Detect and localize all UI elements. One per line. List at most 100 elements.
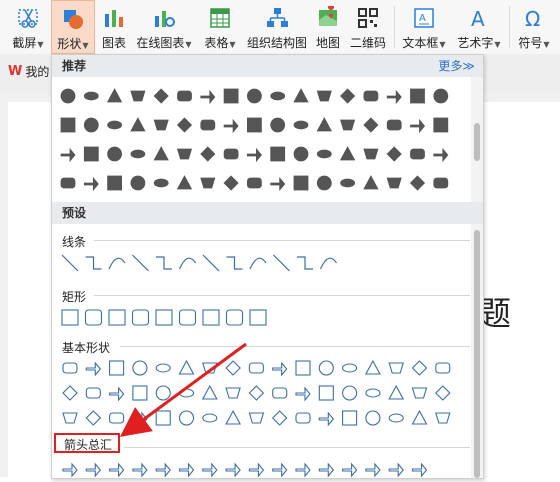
line-shape-thumbnail bbox=[249, 257, 267, 270]
ribbon-toolbar: 截屏▼ 形状▼ 图表 在线图表▼ 表格▼ 组织结构图 地图 二维码 A 文本框▼… bbox=[0, 0, 560, 55]
category-label-arrows: 箭头总汇 bbox=[64, 438, 113, 452]
caret-down-icon: ▼ bbox=[543, 40, 550, 49]
map-icon bbox=[315, 5, 341, 31]
shape-thumbnail bbox=[435, 412, 451, 424]
recommended-label: 推荐 bbox=[62, 59, 87, 73]
recommended-scrollbar[interactable] bbox=[471, 77, 483, 202]
shape-thumbnail bbox=[386, 119, 402, 131]
shapes-dropdown-panel: 推荐 更多≫ 预设 线条 矩形 基本形状 bbox=[51, 54, 484, 479]
arrow-shapes-row[interactable] bbox=[52, 457, 471, 479]
wordart-label: 艺术字 bbox=[457, 36, 494, 50]
shape-thumbnail bbox=[178, 359, 195, 375]
shape-thumbnail bbox=[270, 91, 286, 101]
shape-thumbnail bbox=[293, 146, 309, 162]
caret-down-icon: ▼ bbox=[82, 41, 89, 50]
caret-down-icon: ▼ bbox=[185, 40, 192, 49]
lines-shapes-row[interactable] bbox=[52, 251, 471, 277]
shape-thumbnail bbox=[318, 360, 334, 376]
symbol-button[interactable]: Ω 符号▼ bbox=[514, 0, 554, 54]
category-label-lines: 线条 bbox=[62, 235, 87, 249]
shape-thumbnail bbox=[83, 146, 99, 162]
category-divider bbox=[94, 295, 470, 296]
shapes-label: 形状 bbox=[57, 37, 82, 51]
online-chart-icon bbox=[151, 5, 177, 31]
preset-scroll-thumb[interactable] bbox=[474, 230, 480, 478]
shape-thumbnail bbox=[295, 360, 311, 376]
online-chart-label: 在线图表 bbox=[136, 36, 185, 50]
shape-thumbnail bbox=[60, 88, 76, 104]
qrcode-label: 二维码 bbox=[349, 36, 386, 50]
rectangle-shape-thumbnail bbox=[84, 309, 103, 326]
line-shape-thumbnail bbox=[108, 257, 126, 270]
preset-label: 预设 bbox=[62, 206, 87, 220]
shape-thumbnail bbox=[411, 387, 428, 399]
shape-thumbnail bbox=[200, 119, 216, 131]
bar-chart-icon bbox=[101, 5, 127, 31]
shape-thumbnail bbox=[85, 410, 102, 426]
line-shape-thumbnail bbox=[85, 256, 102, 270]
shape-thumbnail bbox=[62, 362, 78, 374]
shape-thumbnail bbox=[223, 175, 239, 191]
qrcode-button[interactable]: 二维码 bbox=[348, 0, 388, 54]
shape-thumbnail bbox=[155, 462, 171, 478]
line-shape-thumbnail bbox=[61, 254, 79, 272]
screenshot-label: 截屏 bbox=[12, 36, 37, 50]
online-chart-button[interactable]: 在线图表▼ bbox=[134, 0, 194, 54]
shape-thumbnail bbox=[223, 148, 239, 160]
toolbar-separator bbox=[394, 6, 395, 48]
document-tab[interactable]: W 我的 bbox=[8, 63, 49, 80]
shapes-button[interactable]: 形状▼ bbox=[51, 0, 95, 54]
org-chart-button[interactable]: 组织结构图 bbox=[245, 0, 309, 54]
basic-shapes-grid[interactable] bbox=[52, 356, 471, 432]
shape-thumbnail bbox=[388, 384, 405, 400]
rectangle-shape-thumbnail bbox=[202, 309, 220, 326]
shape-thumbnail bbox=[223, 118, 239, 134]
shape-thumbnail bbox=[225, 387, 241, 399]
arrows-category-highlight: 箭头总汇 bbox=[54, 433, 120, 453]
shape-thumbnail bbox=[295, 462, 311, 478]
line-shape-thumbnail bbox=[178, 257, 196, 270]
shape-thumbnail bbox=[106, 88, 123, 103]
recommended-shapes-grid[interactable] bbox=[52, 82, 471, 200]
qrcode-icon bbox=[355, 5, 381, 31]
preset-section-header: 预设 bbox=[52, 202, 483, 224]
shape-thumbnail bbox=[155, 385, 171, 401]
svg-text:A: A bbox=[419, 13, 426, 24]
shape-thumbnail bbox=[202, 462, 218, 478]
preset-scrollbar[interactable] bbox=[471, 224, 483, 478]
shape-thumbnail bbox=[293, 88, 309, 103]
omega-icon: Ω bbox=[521, 5, 547, 31]
screenshot-button[interactable]: 截屏▼ bbox=[8, 0, 48, 54]
shape-thumbnail bbox=[386, 146, 402, 162]
shape-thumbnail bbox=[83, 91, 99, 101]
shape-thumbnail bbox=[200, 146, 216, 162]
shape-thumbnail bbox=[246, 177, 262, 189]
more-link[interactable]: 更多≫ bbox=[438, 55, 475, 77]
shape-thumbnail bbox=[85, 462, 102, 478]
shape-thumbnail bbox=[433, 117, 449, 133]
line-shape-thumbnail bbox=[202, 254, 220, 272]
recommended-scroll-thumb[interactable] bbox=[474, 123, 480, 161]
shape-thumbnail bbox=[153, 88, 169, 104]
shape-thumbnail bbox=[109, 360, 125, 376]
shape-thumbnail bbox=[363, 175, 379, 190]
wordart-button[interactable]: A 艺术字▼ bbox=[453, 0, 505, 54]
chart-button[interactable]: 图表 bbox=[98, 0, 130, 54]
symbol-label: 符号 bbox=[518, 36, 543, 50]
svg-text:Ω: Ω bbox=[525, 7, 540, 30]
shape-thumbnail bbox=[60, 177, 76, 189]
rectangle-shapes-row[interactable] bbox=[52, 305, 471, 331]
shape-thumbnail bbox=[200, 89, 216, 105]
svg-text:A: A bbox=[471, 7, 485, 30]
table-button[interactable]: 表格▼ bbox=[200, 0, 240, 54]
shape-thumbnail bbox=[132, 360, 148, 376]
shape-thumbnail bbox=[223, 88, 239, 104]
shape-thumbnail bbox=[340, 119, 356, 131]
map-button[interactable]: 地图 bbox=[312, 0, 344, 54]
category-divider bbox=[120, 346, 470, 347]
shape-thumbnail bbox=[365, 388, 381, 398]
rectangle-shape-thumbnail bbox=[155, 309, 173, 326]
textbox-button[interactable]: A 文本框▼ bbox=[398, 0, 450, 54]
category-label-rectangles: 矩形 bbox=[62, 290, 87, 304]
shape-thumbnail bbox=[248, 385, 265, 401]
